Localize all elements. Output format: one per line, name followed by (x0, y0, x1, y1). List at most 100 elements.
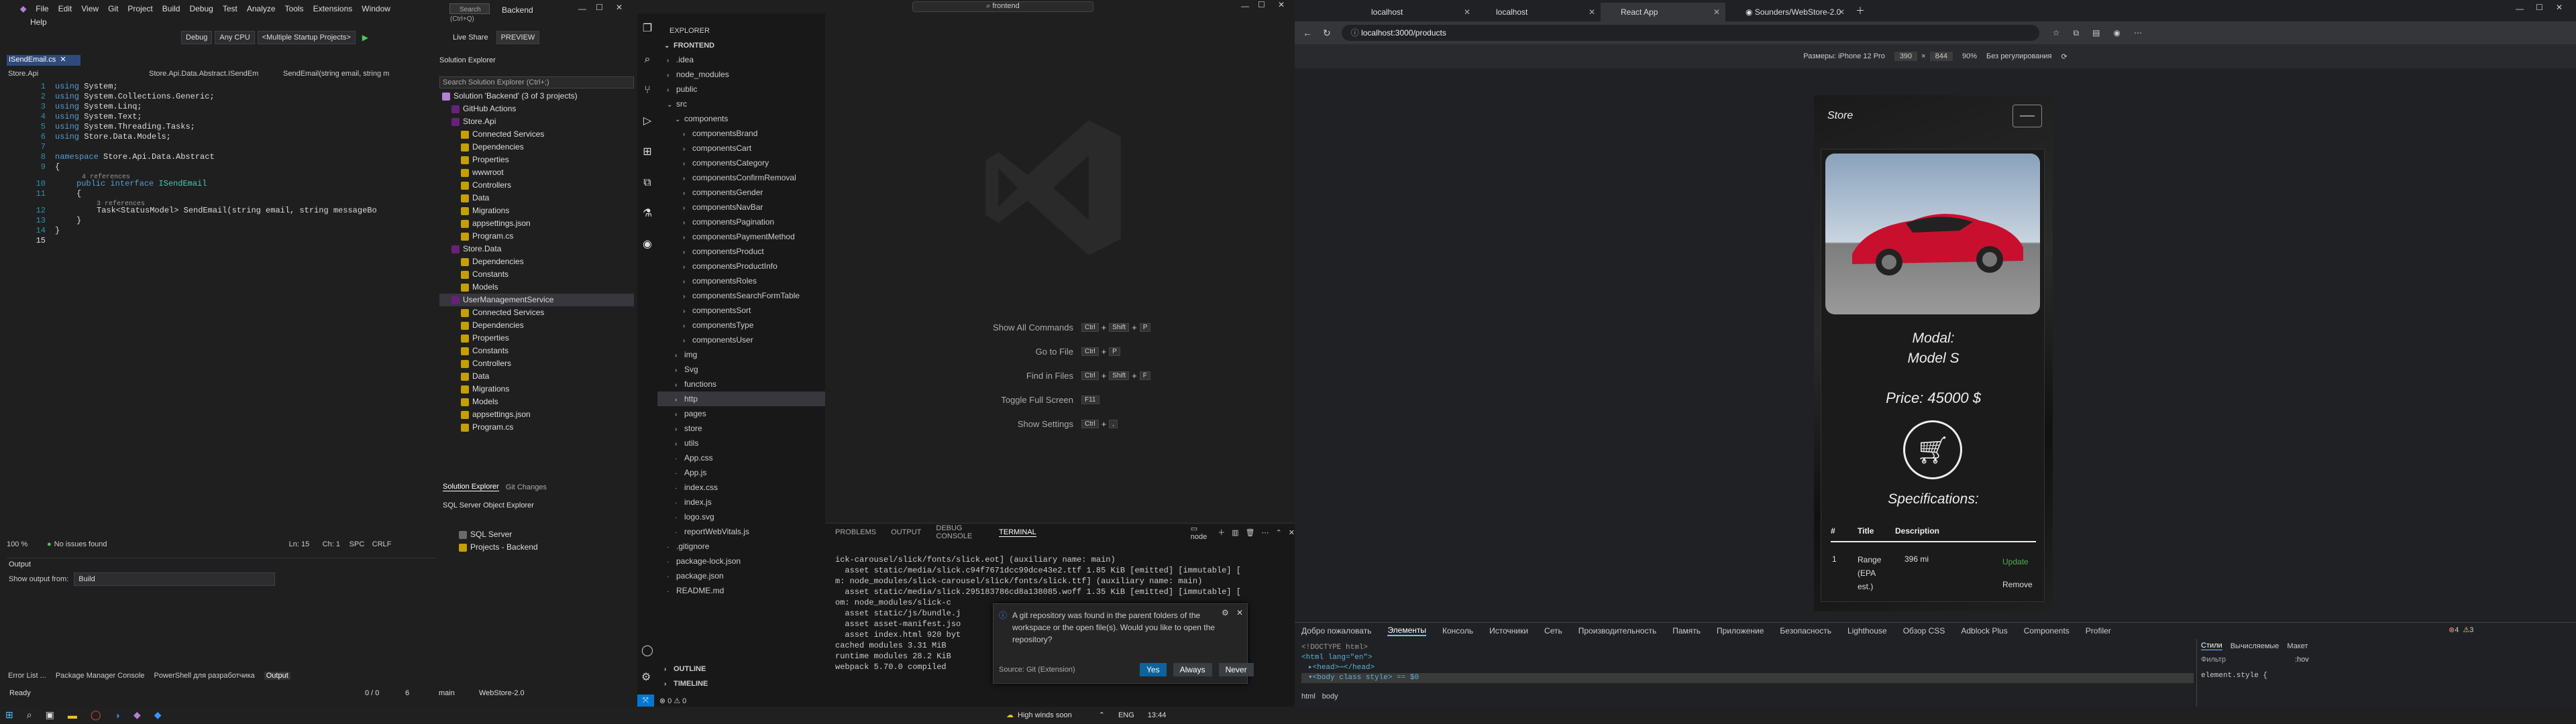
maximize-icon[interactable]: ☐ (1258, 0, 1265, 9)
navbar-brand[interactable]: Store (1827, 110, 1853, 122)
tab-styles[interactable]: Стили (2201, 642, 2222, 650)
close-icon[interactable]: ✕ (616, 3, 623, 12)
account-icon[interactable]: ◯ (641, 644, 653, 657)
folder-item[interactable]: › componentsProductInfo (657, 259, 825, 274)
run-debug-icon[interactable]: ▷ (637, 106, 657, 137)
git-repo[interactable]: WebStore-2.0 (479, 689, 525, 697)
live-share-button[interactable]: Live Share (453, 34, 488, 42)
tray-overflow-icon[interactable]: ⌃ (1099, 711, 1105, 719)
file-item[interactable]: · App.css (657, 450, 825, 465)
folder-item[interactable]: › .idea (657, 52, 825, 67)
folder-item[interactable]: › componentsBrand (657, 126, 825, 141)
folder-item[interactable]: › store (657, 421, 825, 436)
solution-tree-item[interactable]: Data (439, 370, 634, 383)
issues-status[interactable]: No issues found (54, 540, 222, 548)
devtools-tab[interactable]: Profiler (2086, 626, 2111, 636)
dom-body[interactable]: ▾<body class style> == $0 (1301, 673, 2194, 683)
devtools-tab[interactable]: Добро пожаловать (1301, 626, 1371, 636)
folder-item[interactable]: › functions (657, 377, 825, 391)
menu-project[interactable]: Project (127, 4, 152, 13)
dom-head[interactable]: ▸<head>⋯</head> (1301, 663, 2194, 673)
search-icon[interactable]: ⌕ (27, 709, 32, 721)
menu-help[interactable]: Help (30, 17, 47, 27)
vs-search-box[interactable]: Search (Ctrl+Q) (449, 3, 490, 23)
throttle-select[interactable]: Без регулирования (1986, 52, 2052, 60)
menu-debug[interactable]: Debug (189, 4, 213, 13)
menu-window[interactable]: Window (362, 4, 390, 13)
tab-output[interactable]: Output (264, 672, 290, 680)
vscode-icon[interactable]: ◆ (154, 709, 162, 721)
solution-tree-item[interactable]: wwwroot (439, 166, 634, 179)
solution-tree-item[interactable]: Constants (439, 345, 634, 357)
menu-test[interactable]: Test (223, 4, 237, 13)
browser-tab[interactable]: localhost ✕ (1351, 3, 1476, 21)
solution-tree-item[interactable]: GitHub Actions (439, 103, 634, 115)
solution-tree-item[interactable]: Models (439, 396, 634, 408)
remote-indicator-icon[interactable]: ⤧ (637, 695, 654, 707)
devtools-tab[interactable]: Сеть (1544, 626, 1562, 636)
command-center[interactable]: ⌕ frontend (912, 1, 1093, 12)
yes-button[interactable]: Yes (1140, 663, 1167, 676)
startup-select[interactable]: <Multiple Startup Projects> (257, 31, 356, 44)
profile-icon[interactable]: ◉ (2113, 28, 2120, 38)
split-terminal-icon[interactable]: ▥ (1232, 528, 1238, 537)
always-button[interactable]: Always (1173, 663, 1212, 676)
editor-tab[interactable]: ISendEmail.cs ✕ (7, 55, 80, 66)
extensions-icon[interactable]: ⊞ (637, 137, 657, 168)
folder-item[interactable]: › public (657, 82, 825, 97)
weather-text[interactable]: High winds soon (1018, 711, 1072, 719)
close-icon[interactable]: ✕ (1278, 0, 1285, 9)
tab-layout[interactable]: Макет (2287, 642, 2308, 650)
start-icon[interactable]: ▶ (362, 33, 368, 42)
explorer-icon[interactable]: ❐ (637, 13, 657, 44)
solution-tree-item[interactable]: Store.Data (439, 243, 634, 255)
devtools-tab[interactable]: Приложение (1717, 626, 1764, 636)
platform-select[interactable]: Any CPU (215, 31, 255, 44)
add-to-cart-icon[interactable]: 🛒︎ (1903, 420, 1962, 479)
terminal-instance[interactable]: ▭ node (1191, 524, 1210, 541)
minimize-icon[interactable]: — (2516, 4, 2524, 13)
devtools-tab[interactable]: Components (2024, 626, 2070, 636)
browser-tab[interactable]: ◉ Sounders/WebStore-2.0 ✕ (1725, 3, 1850, 21)
visual-studio-icon[interactable]: ◆ (133, 709, 141, 721)
file-item[interactable]: · package.json (657, 568, 825, 583)
solution-tree-item[interactable]: Solution 'Backend' (3 of 3 projects) (439, 90, 634, 103)
solution-tree-item[interactable]: Program.cs (439, 421, 634, 434)
folder-item[interactable]: › componentsType (657, 318, 825, 333)
device-width-input[interactable]: 390 (1894, 52, 1918, 61)
favorite-icon[interactable]: ☆ (2053, 28, 2060, 38)
codelens-references[interactable]: 4 references (55, 172, 130, 181)
breadcrumb-html[interactable]: html (1301, 692, 1316, 701)
tab-solution-explorer[interactable]: Solution Explorer (443, 483, 499, 491)
back-icon[interactable]: ← (1303, 27, 1312, 38)
update-button[interactable]: Update (2002, 557, 2029, 566)
clock[interactable]: 13:44 (1148, 711, 1167, 719)
solution-tree-item[interactable]: Constants (439, 268, 634, 281)
menu-icon[interactable]: ⋯ (2134, 28, 2142, 38)
tab-computed[interactable]: Вычисляемые (2231, 642, 2279, 650)
new-tab-icon[interactable]: ＋ (1856, 4, 1865, 17)
devtools-tab[interactable]: Элементы (1387, 625, 1427, 636)
explorer-icon[interactable]: ▬ (68, 710, 77, 721)
device-select[interactable]: Размеры: iPhone 12 Pro (1803, 52, 1885, 60)
git-pending[interactable]: 6 (405, 689, 439, 697)
folder-item[interactable]: › Svg (657, 362, 825, 377)
folder-item[interactable]: › componentsUser (657, 333, 825, 347)
taskview-icon[interactable]: ▣ (46, 709, 54, 721)
git-branch[interactable]: main (439, 689, 479, 697)
warning-count[interactable]: 3 (2469, 626, 2473, 634)
devtools-tab[interactable]: Безопасность (1780, 626, 1831, 636)
dom-doctype[interactable]: <!DOCTYPE html> (1301, 643, 2194, 653)
solution-tree-item[interactable]: Connected Services (439, 306, 634, 319)
devtools-tab[interactable]: Консоль (1442, 626, 1473, 636)
preview-button[interactable]: PREVIEW (496, 31, 540, 44)
solution-tree-item[interactable]: Dependencies (439, 141, 634, 154)
maximize-icon[interactable]: ☐ (596, 3, 603, 12)
solution-tree-item[interactable]: appsettings.json (439, 408, 634, 421)
solution-tree-item[interactable]: Properties (439, 154, 634, 166)
menu-extensions[interactable]: Extensions (313, 4, 353, 13)
maximize-panel-icon[interactable]: ⌃ (1276, 528, 1282, 537)
folder-item[interactable]: ⌄ components (657, 111, 825, 126)
solution-tree-item[interactable]: Program.cs (439, 230, 634, 243)
new-terminal-icon[interactable]: ＋ (1218, 527, 1225, 538)
